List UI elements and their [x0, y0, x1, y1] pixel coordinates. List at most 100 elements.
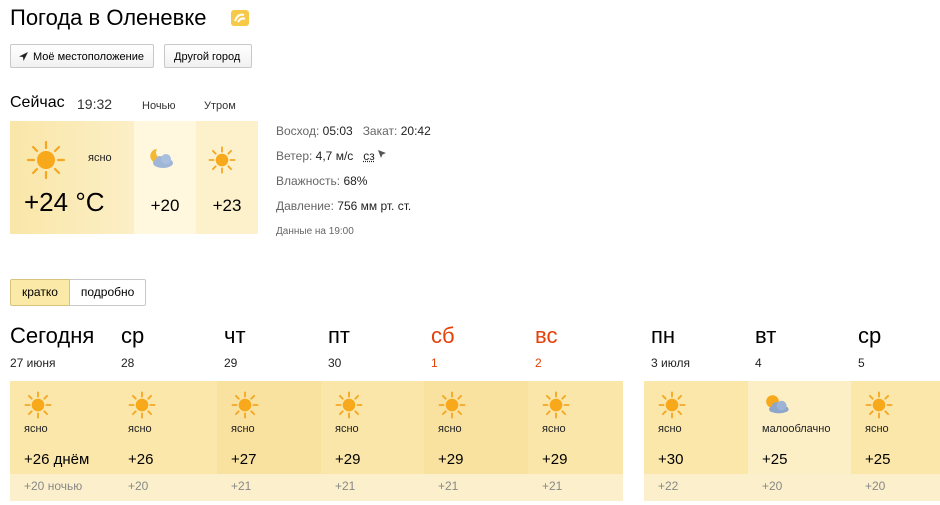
forecast-day-temp: +26 днём [24, 451, 90, 468]
forecast-day-temp: +29 [335, 451, 361, 468]
forecast-day-name: ср [858, 323, 882, 348]
forecast-day-name: ср [121, 323, 145, 348]
forecast-day-card[interactable]: ясно +26 +20 [114, 381, 218, 501]
forecast-day-card[interactable]: малооблачно +25 +20 [748, 381, 851, 501]
forecast-day-card[interactable]: ясно +27 +21 [217, 381, 321, 501]
forecast-day-name: пт [328, 323, 350, 348]
forecast-condition: ясно [128, 423, 152, 435]
weather-logo-icon [231, 10, 249, 26]
forecast-day-card[interactable]: ясно +26 днём +20 ночью [10, 381, 117, 501]
humidity-info: Влажность: 68% [276, 174, 367, 188]
forecast-day-temp: +27 [231, 451, 257, 468]
forecast-day-name: Сегодня [10, 323, 95, 348]
wind-direction[interactable]: сз [363, 149, 375, 163]
forecast-night-temp: +20 ночью [24, 479, 83, 493]
sun-icon [231, 391, 259, 419]
forecast-day-card[interactable]: ясно +29 +21 [528, 381, 623, 501]
forecast-day-card[interactable]: ясно +30 +22 [644, 381, 748, 501]
night-panel: +20 [134, 121, 196, 234]
sun-icon [865, 391, 893, 419]
wind-label: Ветер: [276, 149, 313, 163]
forecast-condition: ясно [24, 423, 48, 435]
forecast-day-temp: +25 [762, 451, 788, 468]
sun-icon [24, 391, 52, 419]
forecast-day-name: сб [431, 323, 455, 348]
my-location-button[interactable]: Моё местоположение [10, 44, 154, 68]
sun-times: Восход: 05:03 Закат: 20:42 [276, 124, 431, 138]
forecast-night-temp: +22 [658, 479, 679, 493]
forecast-day-name: вт [755, 323, 777, 348]
forecast-day-date: 2 [535, 356, 542, 370]
forecast-day-date: 27 июня [10, 356, 56, 370]
forecast-day-card[interactable]: ясно +29 +21 [424, 381, 528, 501]
toggle-detailed[interactable]: подробно [69, 279, 147, 306]
forecast-condition: ясно [231, 423, 255, 435]
wind-info: Ветер: 4,7 м/с сз [276, 149, 387, 163]
forecast-day-temp: +26 [128, 451, 154, 468]
sun-icon [438, 391, 466, 419]
forecast-night-temp: +21 [542, 479, 563, 493]
view-toggle: кратко подробно [10, 279, 147, 306]
current-weather-panel: ясно +24 °C [10, 121, 134, 234]
morning-panel: +23 [196, 121, 258, 234]
pressure-label: Давление: [276, 199, 334, 213]
now-label: Сейчас [10, 94, 65, 111]
forecast-night-temp: +20 [762, 479, 783, 493]
wind-arrow-icon [378, 150, 387, 158]
current-condition: ясно [88, 152, 112, 164]
data-timestamp: Данные на 19:00 [276, 226, 354, 237]
morning-caption: Утром [204, 100, 236, 112]
forecast-day-temp: +29 [542, 451, 568, 468]
forecast-condition: ясно [438, 423, 462, 435]
forecast-night-temp: +20 [865, 479, 886, 493]
forecast-night-temp: +20 [128, 479, 149, 493]
my-location-label: Моё местоположение [33, 51, 144, 63]
night-caption: Ночью [142, 100, 176, 112]
forecast-condition: ясно [658, 423, 682, 435]
other-city-button[interactable]: Другой город [164, 44, 252, 68]
forecast-day-date: 28 [121, 356, 135, 370]
sunrise-label: Восход: [276, 124, 320, 138]
forecast-day-date: 29 [224, 356, 238, 370]
sun-icon [128, 391, 156, 419]
forecast-day-name: пн [651, 323, 676, 348]
forecast-condition: ясно [335, 423, 359, 435]
sunset-label: Закат: [362, 124, 398, 138]
current-temperature: +24 °C [24, 187, 105, 217]
forecast-day-date: 4 [755, 356, 762, 370]
forecast-day-date: 1 [431, 356, 438, 370]
forecast-day-date: 3 июля [651, 356, 690, 370]
sun-icon [335, 391, 363, 419]
moon-cloud-icon [150, 149, 173, 168]
sunset-value: 20:42 [400, 124, 431, 138]
morning-temperature: +23 [212, 196, 242, 215]
forecast-condition: ясно [865, 423, 889, 435]
forecast-night-temp: +21 [231, 479, 252, 493]
sunrise-value: 05:03 [322, 124, 353, 138]
forecast-night-temp: +21 [438, 479, 459, 493]
toggle-short[interactable]: кратко [10, 279, 70, 306]
forecast-day-temp: +29 [438, 451, 464, 468]
pressure-value: 756 мм рт. ст. [337, 199, 412, 213]
humidity-value: 68% [343, 174, 368, 188]
forecast-day-card[interactable]: ясно +29 +21 [321, 381, 425, 501]
partly-cloudy-icon [766, 395, 789, 414]
forecast-day-date: 5 [858, 356, 865, 370]
forecast-condition: малооблачно [762, 423, 831, 435]
sun-icon [208, 146, 236, 174]
forecast-condition: ясно [542, 423, 566, 435]
forecast-night-temp: +21 [335, 479, 356, 493]
wind-value: 4,7 м/с [315, 149, 354, 163]
forecast-day-date: 30 [328, 356, 342, 370]
sun-icon [658, 391, 686, 419]
forecast-day-temp: +30 [658, 451, 684, 468]
forecast-day-name: вс [535, 323, 558, 348]
forecast-day-name: чт [224, 323, 246, 348]
humidity-label: Влажность: [276, 174, 341, 188]
sun-icon [542, 391, 570, 419]
night-temperature: +20 [150, 196, 180, 215]
forecast-day-temp: +25 [865, 451, 891, 468]
sun-icon [26, 140, 66, 180]
forecast-day-card[interactable]: ясно +25 +20 [851, 381, 940, 501]
location-arrow-icon [19, 52, 28, 61]
